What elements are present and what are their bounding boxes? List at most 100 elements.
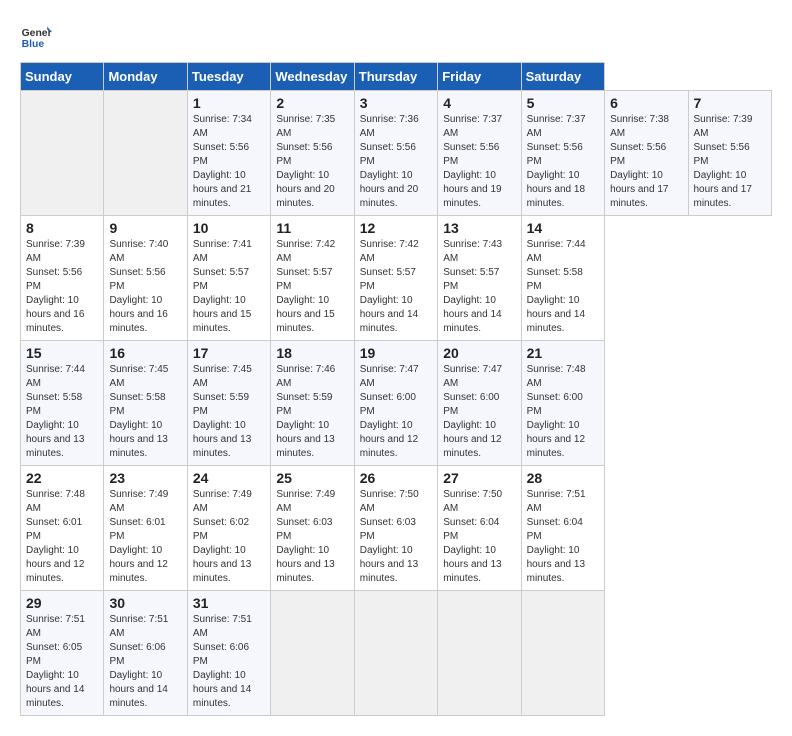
- day-info: Sunrise: 7:42 AMSunset: 5:57 PMDaylight:…: [276, 238, 348, 336]
- day-info: Sunrise: 7:45 AMSunset: 5:59 PMDaylight:…: [193, 363, 265, 461]
- day-number: 13: [443, 220, 515, 236]
- calendar-cell: 18Sunrise: 7:46 AMSunset: 5:59 PMDayligh…: [271, 341, 354, 466]
- day-number: 19: [360, 345, 432, 361]
- logo-icon: General Blue: [20, 20, 52, 52]
- day-info: Sunrise: 7:41 AMSunset: 5:57 PMDaylight:…: [193, 238, 265, 336]
- calendar-cell: [271, 591, 354, 716]
- day-info: Sunrise: 7:49 AMSunset: 6:03 PMDaylight:…: [276, 488, 348, 586]
- calendar-cell: 20Sunrise: 7:47 AMSunset: 6:00 PMDayligh…: [438, 341, 521, 466]
- calendar-cell: 25 Sunrise: 7:49 AMSunset: 6:03 PMDayligh…: [271, 466, 354, 591]
- calendar-cell: 12 Sunrise: 7:42 AMSunset: 5:57 PMDayligh…: [354, 216, 437, 341]
- day-number: 4: [443, 95, 515, 111]
- calendar-cell: [21, 91, 104, 216]
- weekday-header-thursday: Thursday: [354, 63, 437, 91]
- calendar-cell: 31Sunrise: 7:51 AMSunset: 6:06 PMDayligh…: [187, 591, 270, 716]
- day-info: Sunrise: 7:50 AMSunset: 6:04 PMDaylight:…: [443, 488, 515, 586]
- day-info: Sunrise: 7:47 AMSunset: 6:00 PMDaylight:…: [360, 363, 432, 461]
- day-info: Sunrise: 7:48 AMSunset: 6:00 PMDaylight:…: [527, 363, 599, 461]
- calendar-cell: 8Sunrise: 7:39 AMSunset: 5:56 PMDaylight…: [21, 216, 104, 341]
- day-number: 12: [360, 220, 432, 236]
- calendar-cell: 22Sunrise: 7:48 AMSunset: 6:01 PMDayligh…: [21, 466, 104, 591]
- day-number: 24: [193, 470, 265, 486]
- day-info: Sunrise: 7:49 AMSunset: 6:01 PMDaylight:…: [109, 488, 181, 586]
- page-header: General Blue: [20, 20, 772, 52]
- day-info: Sunrise: 7:36 AMSunset: 5:56 PMDaylight:…: [360, 113, 432, 211]
- calendar-cell: 6 Sunrise: 7:38 AMSunset: 5:56 PMDaylight…: [605, 91, 688, 216]
- calendar-cell: [438, 591, 521, 716]
- day-info: Sunrise: 7:34 AMSunset: 5:56 PMDaylight:…: [193, 113, 265, 211]
- day-number: 9: [109, 220, 181, 236]
- day-info: Sunrise: 7:38 AMSunset: 5:56 PMDaylight:…: [610, 113, 682, 211]
- day-number: 23: [109, 470, 181, 486]
- day-number: 10: [193, 220, 265, 236]
- day-number: 15: [26, 345, 98, 361]
- day-info: Sunrise: 7:51 AMSunset: 6:06 PMDaylight:…: [109, 613, 181, 711]
- day-info: Sunrise: 7:50 AMSunset: 6:03 PMDaylight:…: [360, 488, 432, 586]
- calendar-week-5: 29Sunrise: 7:51 AMSunset: 6:05 PMDayligh…: [21, 591, 772, 716]
- calendar-cell: 23 Sunrise: 7:49 AMSunset: 6:01 PMDayligh…: [104, 466, 187, 591]
- calendar-cell: [521, 591, 604, 716]
- day-number: 6: [610, 95, 682, 111]
- calendar-cell: 7Sunrise: 7:39 AMSunset: 5:56 PMDaylight…: [688, 91, 772, 216]
- calendar-week-3: 15 Sunrise: 7:44 AMSunset: 5:58 PMDayligh…: [21, 341, 772, 466]
- day-info: Sunrise: 7:42 AMSunset: 5:57 PMDaylight:…: [360, 238, 432, 336]
- calendar-cell: 14Sunrise: 7:44 AMSunset: 5:58 PMDayligh…: [521, 216, 604, 341]
- calendar-cell: 16 Sunrise: 7:45 AMSunset: 5:58 PMDayligh…: [104, 341, 187, 466]
- day-info: Sunrise: 7:45 AMSunset: 5:58 PMDaylight:…: [109, 363, 181, 461]
- day-info: Sunrise: 7:49 AMSunset: 6:02 PMDaylight:…: [193, 488, 265, 586]
- day-number: 29: [26, 595, 98, 611]
- calendar-cell: 19 Sunrise: 7:47 AMSunset: 6:00 PMDayligh…: [354, 341, 437, 466]
- day-number: 26: [360, 470, 432, 486]
- calendar-cell: 1 Sunrise: 7:34 AMSunset: 5:56 PMDaylight…: [187, 91, 270, 216]
- day-number: 21: [527, 345, 599, 361]
- day-info: Sunrise: 7:46 AMSunset: 5:59 PMDaylight:…: [276, 363, 348, 461]
- day-number: 1: [193, 95, 265, 111]
- calendar-cell: 15 Sunrise: 7:44 AMSunset: 5:58 PMDayligh…: [21, 341, 104, 466]
- day-number: 30: [109, 595, 181, 611]
- day-number: 16: [109, 345, 181, 361]
- day-number: 27: [443, 470, 515, 486]
- calendar-week-2: 8Sunrise: 7:39 AMSunset: 5:56 PMDaylight…: [21, 216, 772, 341]
- calendar-week-4: 22Sunrise: 7:48 AMSunset: 6:01 PMDayligh…: [21, 466, 772, 591]
- day-info: Sunrise: 7:43 AMSunset: 5:57 PMDaylight:…: [443, 238, 515, 336]
- weekday-header-monday: Monday: [104, 63, 187, 91]
- calendar-cell: 21 Sunrise: 7:48 AMSunset: 6:00 PMDayligh…: [521, 341, 604, 466]
- day-number: 31: [193, 595, 265, 611]
- day-number: 2: [276, 95, 348, 111]
- logo: General Blue: [20, 20, 52, 52]
- day-info: Sunrise: 7:35 AMSunset: 5:56 PMDaylight:…: [276, 113, 348, 211]
- calendar-cell: 10 Sunrise: 7:41 AMSunset: 5:57 PMDayligh…: [187, 216, 270, 341]
- calendar-cell: 24 Sunrise: 7:49 AMSunset: 6:02 PMDayligh…: [187, 466, 270, 591]
- day-number: 28: [527, 470, 599, 486]
- day-number: 17: [193, 345, 265, 361]
- day-number: 3: [360, 95, 432, 111]
- calendar-cell: [354, 591, 437, 716]
- day-info: Sunrise: 7:47 AMSunset: 6:00 PMDaylight:…: [443, 363, 515, 461]
- day-info: Sunrise: 7:48 AMSunset: 6:01 PMDaylight:…: [26, 488, 98, 586]
- weekday-header-friday: Friday: [438, 63, 521, 91]
- calendar-cell: 11 Sunrise: 7:42 AMSunset: 5:57 PMDayligh…: [271, 216, 354, 341]
- day-info: Sunrise: 7:37 AMSunset: 5:56 PMDaylight:…: [443, 113, 515, 211]
- day-info: Sunrise: 7:44 AMSunset: 5:58 PMDaylight:…: [26, 363, 98, 461]
- calendar-cell: 4 Sunrise: 7:37 AMSunset: 5:56 PMDaylight…: [438, 91, 521, 216]
- weekday-header-saturday: Saturday: [521, 63, 604, 91]
- weekday-header-wednesday: Wednesday: [271, 63, 354, 91]
- calendar-cell: 28 Sunrise: 7:51 AMSunset: 6:04 PMDayligh…: [521, 466, 604, 591]
- calendar-cell: 26 Sunrise: 7:50 AMSunset: 6:03 PMDayligh…: [354, 466, 437, 591]
- day-info: Sunrise: 7:40 AMSunset: 5:56 PMDaylight:…: [109, 238, 181, 336]
- day-number: 11: [276, 220, 348, 236]
- calendar-cell: 13 Sunrise: 7:43 AMSunset: 5:57 PMDayligh…: [438, 216, 521, 341]
- calendar-cell: 5Sunrise: 7:37 AMSunset: 5:56 PMDaylight…: [521, 91, 604, 216]
- calendar-cell: 9 Sunrise: 7:40 AMSunset: 5:56 PMDaylight…: [104, 216, 187, 341]
- day-info: Sunrise: 7:51 AMSunset: 6:04 PMDaylight:…: [527, 488, 599, 586]
- calendar-cell: 30 Sunrise: 7:51 AMSunset: 6:06 PMDayligh…: [104, 591, 187, 716]
- day-number: 25: [276, 470, 348, 486]
- calendar-cell: [104, 91, 187, 216]
- day-number: 7: [694, 95, 767, 111]
- day-info: Sunrise: 7:44 AMSunset: 5:58 PMDaylight:…: [527, 238, 599, 336]
- calendar-cell: 3 Sunrise: 7:36 AMSunset: 5:56 PMDaylight…: [354, 91, 437, 216]
- calendar-table: SundayMondayTuesdayWednesdayThursdayFrid…: [20, 62, 772, 716]
- day-info: Sunrise: 7:37 AMSunset: 5:56 PMDaylight:…: [527, 113, 599, 211]
- calendar-cell: 17 Sunrise: 7:45 AMSunset: 5:59 PMDayligh…: [187, 341, 270, 466]
- weekday-header-sunday: Sunday: [21, 63, 104, 91]
